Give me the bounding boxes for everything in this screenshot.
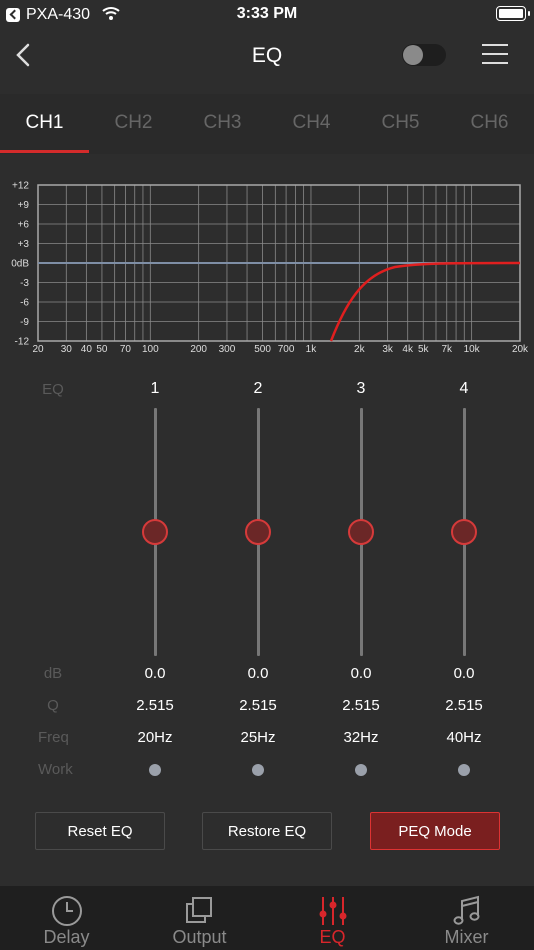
band-db-value[interactable]: 0.0	[424, 665, 504, 682]
output-squares-icon	[186, 897, 212, 923]
x-tick-label: 500	[254, 344, 271, 355]
x-tick-label: 40	[81, 344, 93, 355]
band-work-indicator[interactable]	[355, 764, 367, 776]
band-gain-knob[interactable]	[245, 519, 271, 545]
band-number: 2	[253, 380, 263, 397]
row-label-work: Work	[38, 761, 73, 778]
x-tick-label: 200	[190, 344, 207, 355]
x-tick-label: 70	[120, 344, 132, 355]
x-tick-label: 10k	[464, 344, 481, 355]
y-tick-label: 0dB	[11, 259, 29, 270]
tab-ch6[interactable]: CH6	[445, 112, 534, 134]
band-work-indicator[interactable]	[458, 764, 470, 776]
nav-output[interactable]: Output	[133, 886, 266, 950]
y-tick-label: -3	[20, 278, 29, 289]
y-tick-label: +3	[18, 239, 30, 250]
restore-eq-button[interactable]: Restore EQ	[202, 812, 332, 850]
x-tick-label: 4k	[402, 344, 414, 355]
battery-icon	[496, 6, 530, 21]
row-label-q: Q	[47, 697, 59, 714]
menu-icon[interactable]	[482, 42, 508, 66]
x-tick-label: 300	[219, 344, 236, 355]
tab-ch1[interactable]: CH1	[0, 112, 89, 134]
active-tab-indicator	[0, 150, 89, 153]
tab-ch5[interactable]: CH5	[356, 112, 445, 134]
row-label-eq: EQ	[42, 381, 64, 398]
eq-sliders-icon	[319, 897, 347, 925]
x-tick-label: 7k	[441, 344, 453, 355]
x-tick-label: 20	[32, 344, 44, 355]
eq-toggle[interactable]	[402, 44, 446, 66]
x-tick-label: 3k	[382, 344, 394, 355]
band-q-value[interactable]: 2.515	[424, 697, 504, 714]
x-tick-label: 2k	[354, 344, 366, 355]
band-work-indicator[interactable]	[252, 764, 264, 776]
x-tick-label: 5k	[418, 344, 430, 355]
band-db-value[interactable]: 0.0	[218, 665, 298, 682]
band-number: 3	[356, 380, 366, 397]
channel-tabs: CH1 CH2 CH3 CH4 CH5 CH6	[0, 94, 534, 154]
nav-mixer[interactable]: Mixer	[400, 886, 533, 950]
x-tick-label: 1k	[306, 344, 318, 355]
music-note-icon	[453, 895, 480, 925]
x-tick-label: 700	[278, 344, 295, 355]
band-number: 1	[150, 380, 160, 397]
band-freq-value[interactable]: 40Hz	[424, 729, 504, 746]
row-label-db: dB	[43, 665, 63, 682]
band-work-indicator[interactable]	[149, 764, 161, 776]
band-freq-value[interactable]: 32Hz	[321, 729, 401, 746]
tab-ch3[interactable]: CH3	[178, 112, 267, 134]
y-tick-label: -9	[20, 317, 29, 328]
band-gain-knob[interactable]	[451, 519, 477, 545]
band-gain-knob[interactable]	[348, 519, 374, 545]
x-tick-label: 50	[96, 344, 108, 355]
reset-eq-button[interactable]: Reset EQ	[35, 812, 165, 850]
band-db-value[interactable]: 0.0	[321, 665, 401, 682]
status-bar: PXA-430 3:33 PM	[0, 0, 534, 28]
band-number: 4	[459, 380, 469, 397]
tab-ch2[interactable]: CH2	[89, 112, 178, 134]
page-title: EQ	[251, 44, 283, 67]
y-tick-label: -12	[15, 337, 30, 348]
nav-eq[interactable]: EQ	[266, 886, 399, 950]
band-db-value[interactable]: 0.0	[115, 665, 195, 682]
nav-eq-label: EQ	[319, 927, 346, 947]
status-time: 3:33 PM	[236, 5, 298, 22]
band-freq-value[interactable]: 20Hz	[115, 729, 195, 746]
y-tick-label: +9	[18, 200, 30, 211]
band-q-value[interactable]: 2.515	[321, 697, 401, 714]
nav-output-label: Output	[172, 927, 227, 947]
band-q-value[interactable]: 2.515	[218, 697, 298, 714]
x-tick-label: 30	[61, 344, 73, 355]
row-label-freq: Freq	[38, 729, 69, 746]
y-tick-label: +12	[12, 181, 29, 192]
y-tick-label: -6	[20, 298, 29, 309]
clock-icon	[52, 896, 82, 926]
toggle-knob	[403, 45, 423, 65]
y-tick-label: +6	[18, 220, 30, 231]
band-gain-knob[interactable]	[142, 519, 168, 545]
band-q-value[interactable]: 2.515	[115, 697, 195, 714]
bottom-nav: Delay Output EQ Mixer	[0, 886, 534, 950]
nav-delay[interactable]: Delay	[0, 886, 133, 950]
nav-bar: EQ	[0, 28, 534, 84]
x-tick-label: 20k	[512, 344, 529, 355]
band-freq-value[interactable]: 25Hz	[218, 729, 298, 746]
x-tick-label: 100	[142, 344, 159, 355]
tab-ch4[interactable]: CH4	[267, 112, 356, 134]
nav-delay-label: Delay	[43, 927, 90, 947]
nav-mixer-label: Mixer	[444, 927, 489, 947]
peq-mode-button[interactable]: PEQ Mode	[370, 812, 500, 850]
eq-response-graph: +12 +9 +6 +3 0dB -3 -6 -9 -12 20 30 40 50 70 100 200 30…	[11, 181, 529, 356]
